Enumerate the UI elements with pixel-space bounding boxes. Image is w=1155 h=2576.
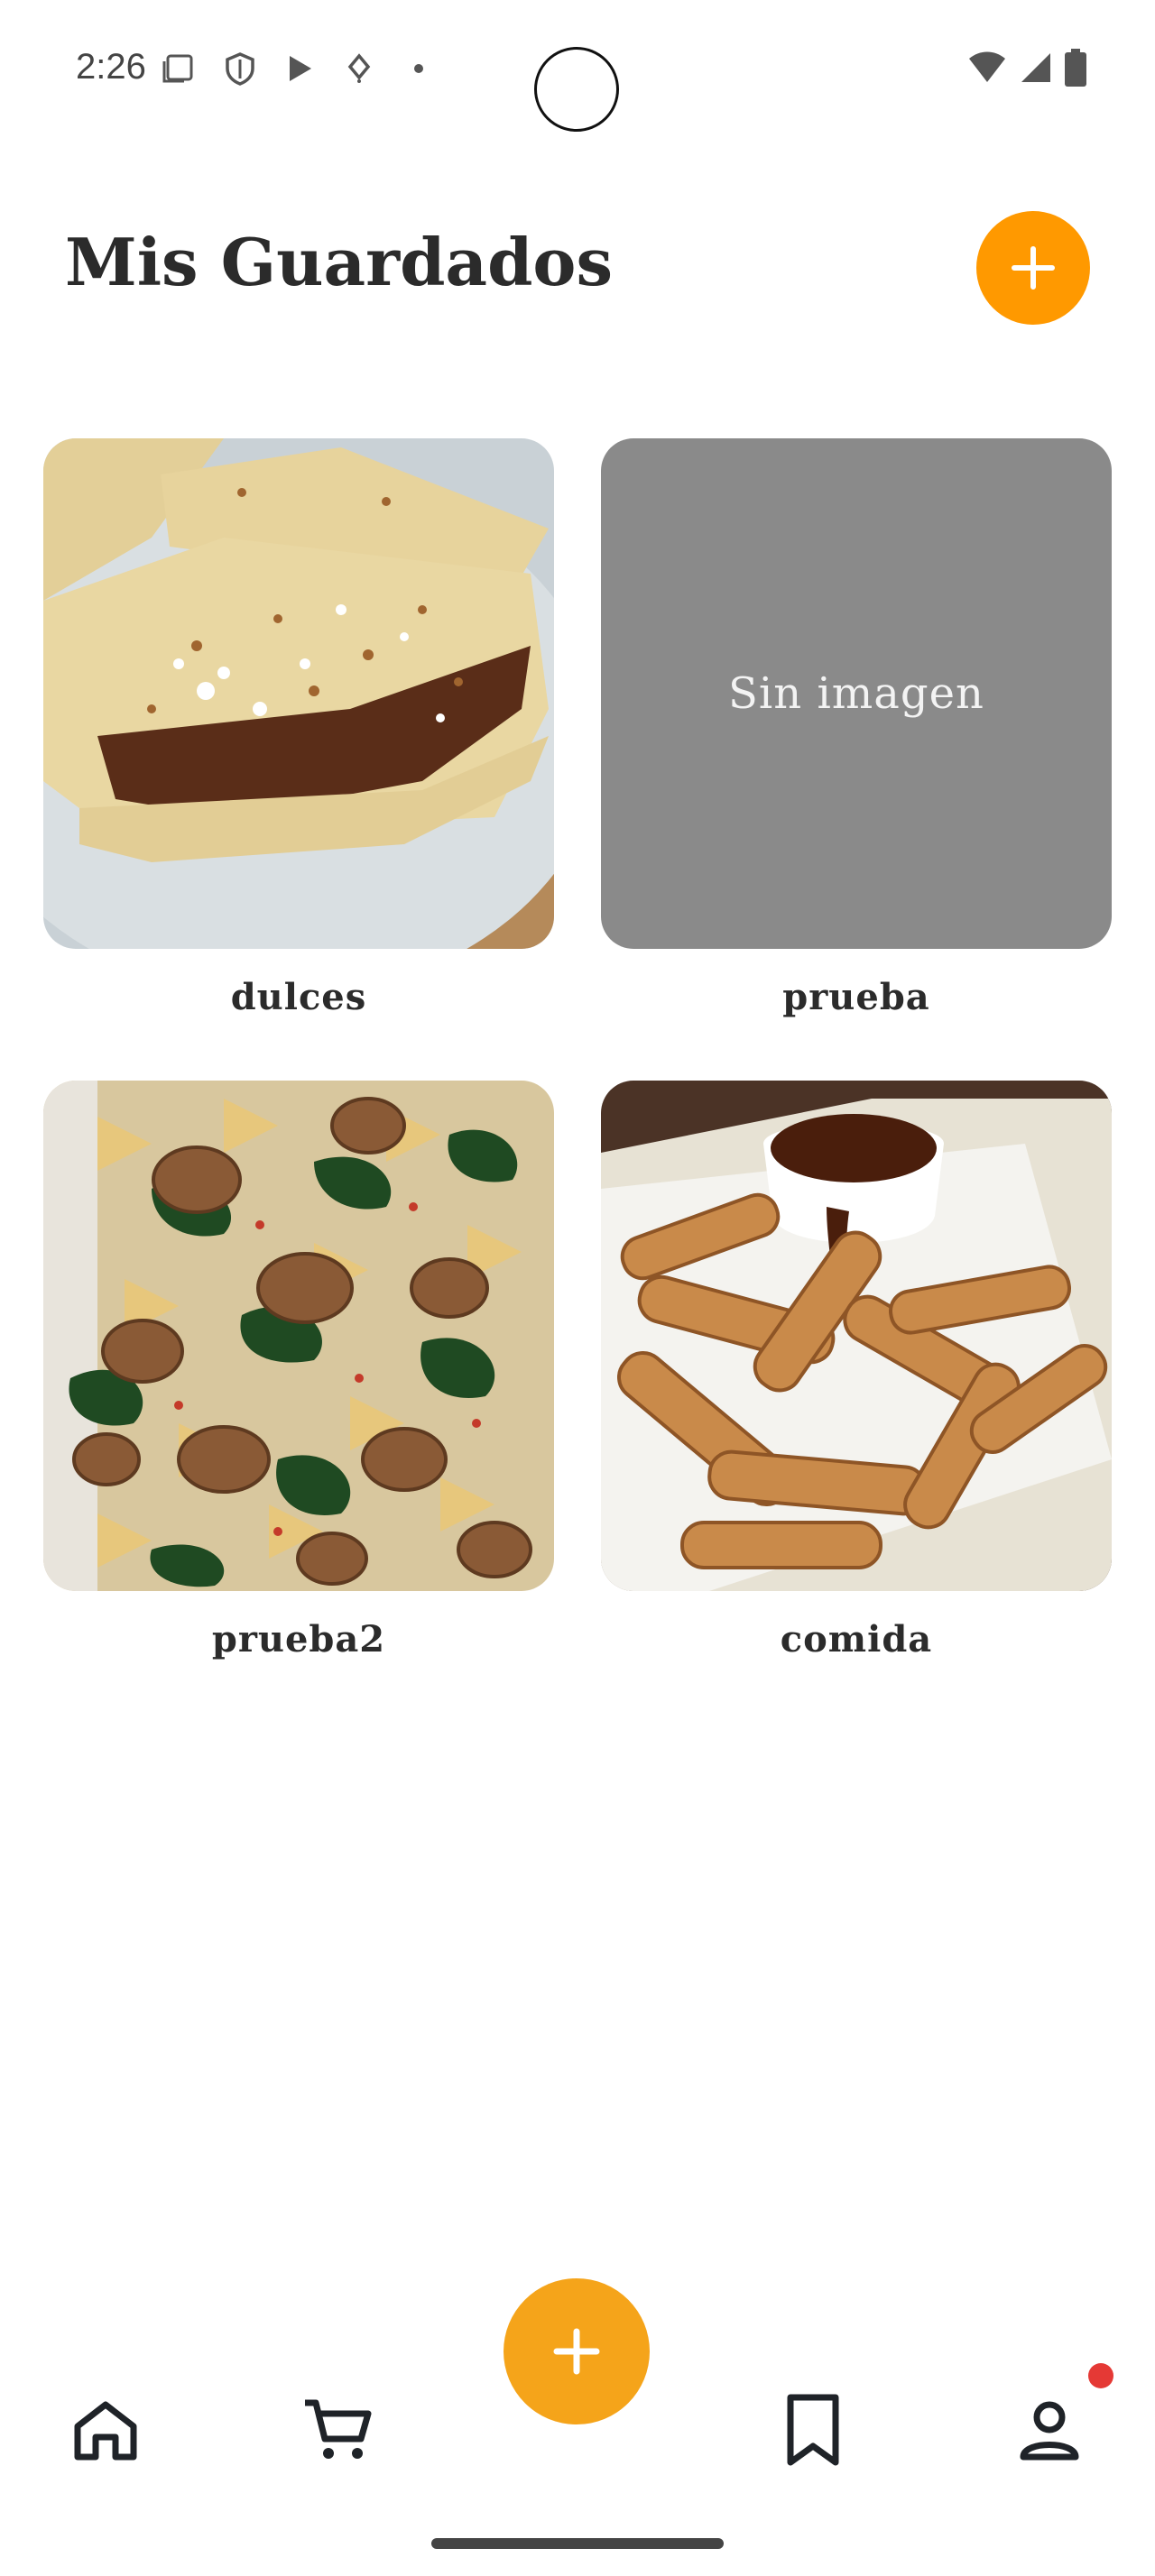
- collection-card[interactable]: Sin imagen prueba: [601, 438, 1112, 1018]
- status-bar: 2:26: [0, 0, 1155, 144]
- front-camera: [534, 47, 619, 132]
- plus-icon: [553, 2328, 600, 2375]
- bookmark-icon[interactable]: [772, 2388, 854, 2470]
- battery-icon: [1065, 49, 1086, 87]
- churros-image: [601, 1081, 1112, 1591]
- notification-badge: [1088, 2363, 1113, 2388]
- system-indicators: [967, 49, 1086, 87]
- signal-icon: [1021, 53, 1050, 82]
- shield-icon: [226, 52, 254, 86]
- home-indicator[interactable]: [431, 2538, 724, 2549]
- play-store-icon: [290, 56, 311, 81]
- add-collection-button[interactable]: [976, 211, 1090, 325]
- profile-icon[interactable]: [1009, 2388, 1090, 2470]
- crepes-image: [43, 438, 554, 949]
- image-placeholder: Sin imagen: [601, 438, 1112, 949]
- plus-icon: [1012, 246, 1055, 290]
- collection-card[interactable]: dulces: [43, 438, 554, 1018]
- wifi-icon: [969, 51, 1005, 82]
- pasta-image: [43, 1081, 554, 1591]
- status-time: 2:26: [76, 47, 146, 87]
- collection-label: prueba: [782, 976, 930, 1018]
- collection-label: comida: [780, 1618, 933, 1661]
- collection-card[interactable]: comida: [601, 1081, 1112, 1661]
- collection-label: dulces: [230, 976, 367, 1018]
- screenshot-icon: [162, 54, 193, 83]
- dot-icon: [414, 64, 423, 73]
- add-recipe-fab[interactable]: [504, 2278, 650, 2424]
- home-icon[interactable]: [65, 2388, 146, 2470]
- placeholder-text: Sin imagen: [728, 668, 984, 719]
- page-title: Mis Guardados: [65, 224, 613, 300]
- collection-label: prueba2: [211, 1618, 386, 1661]
- cart-icon[interactable]: [298, 2388, 379, 2470]
- collection-card[interactable]: prueba2: [43, 1081, 554, 1661]
- pin-icon: [347, 53, 371, 83]
